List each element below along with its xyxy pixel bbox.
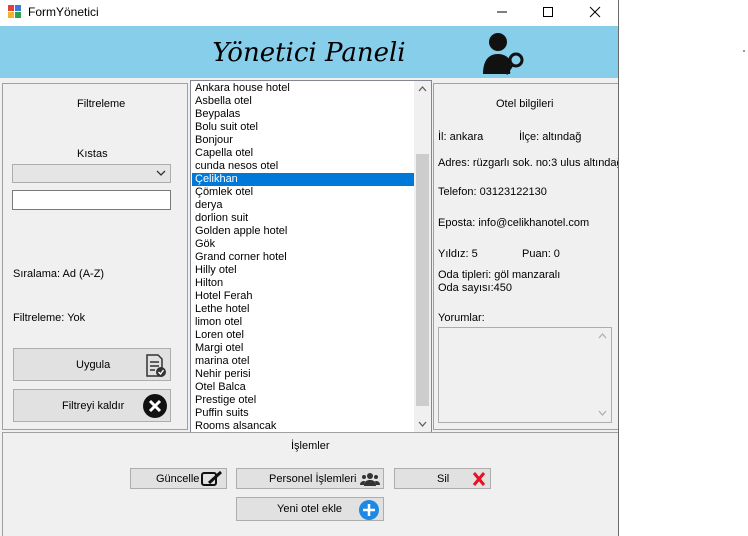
scroll-thumb[interactable] bbox=[416, 154, 429, 406]
filter-status-label: Filtreleme: Yok bbox=[13, 312, 86, 324]
delete-button[interactable]: Sil bbox=[394, 468, 491, 489]
hotel-list-item[interactable]: Lethe hotel bbox=[192, 303, 414, 316]
staff-operations-button[interactable]: Personel İşlemleri bbox=[236, 468, 384, 489]
hotel-list-item[interactable]: cunda nesos otel bbox=[192, 160, 414, 173]
scroll-down-icon[interactable] bbox=[414, 416, 431, 433]
filter-header: Filtreleme bbox=[77, 98, 126, 110]
stars-label: Yıldız: 5 bbox=[438, 248, 478, 260]
hotel-list-item[interactable]: Otel Balca bbox=[192, 381, 414, 394]
minimize-icon bbox=[497, 11, 507, 13]
hotel-list-item[interactable]: Bolu suit otel bbox=[192, 121, 414, 134]
comments-label: Yorumlar: bbox=[438, 312, 485, 324]
apply-button[interactable]: Uygula bbox=[13, 348, 171, 381]
comments-scroll-down-icon[interactable] bbox=[594, 405, 611, 422]
update-button-label: Güncelle bbox=[156, 472, 200, 485]
operations-header: İşlemler bbox=[291, 440, 330, 452]
clear-filter-button[interactable]: Filtreyi kaldır bbox=[13, 389, 171, 422]
hotel-list-item[interactable]: derya bbox=[192, 199, 414, 212]
hotel-list-item[interactable]: Asbella otel bbox=[192, 95, 414, 108]
title-bar: FormYönetici bbox=[0, 0, 618, 26]
hotel-list-item[interactable]: dorlion suit bbox=[192, 212, 414, 225]
app-icon bbox=[8, 5, 21, 18]
hotel-list-item[interactable]: Golden apple hotel bbox=[192, 225, 414, 238]
hotel-list-item[interactable]: Çelikhan bbox=[192, 173, 414, 186]
scroll-up-icon[interactable] bbox=[414, 81, 431, 98]
hotel-list-item[interactable]: Ankara house hotel bbox=[192, 82, 414, 95]
score-label: Puan: 0 bbox=[522, 248, 560, 260]
close-button[interactable] bbox=[572, 0, 618, 24]
add-hotel-label: Yeni otel ekle bbox=[277, 503, 343, 515]
form-window: FormYönetici Yönetici Paneli Filtreleme … bbox=[0, 0, 619, 536]
hotel-list-item[interactable]: Beypalas bbox=[192, 108, 414, 121]
desktop-dot bbox=[743, 50, 745, 52]
address-label: Adres: rüzgarlı sok. no:3 ulus altındağ/ bbox=[438, 157, 619, 169]
delete-x-icon bbox=[472, 472, 486, 486]
add-circle-icon bbox=[359, 500, 379, 520]
users-icon bbox=[360, 473, 380, 486]
clear-x-circle-icon bbox=[143, 394, 167, 418]
header-banner: Yönetici Paneli bbox=[0, 26, 618, 78]
district-label: İlçe: altındağ bbox=[519, 131, 582, 143]
criteria-combobox[interactable] bbox=[12, 164, 171, 183]
hotel-listbox[interactable]: Ankara house hotel Asbella otel Beypalas Bo… bbox=[190, 80, 432, 434]
hotel-list-item[interactable]: Hilly otel bbox=[192, 264, 414, 277]
minimize-button[interactable] bbox=[479, 0, 525, 24]
hotel-list-item[interactable]: Puffin suits bbox=[192, 407, 414, 420]
hotel-list-item[interactable]: Prestige otel bbox=[192, 394, 414, 407]
hotel-list-item[interactable]: Margi otel bbox=[192, 342, 414, 355]
hotel-list-item[interactable]: Grand corner hotel bbox=[192, 251, 414, 264]
criteria-label: Kıstas bbox=[77, 148, 108, 160]
hotel-list-item[interactable]: Bonjour bbox=[192, 134, 414, 147]
room-count-label: Oda sayısı:450 bbox=[438, 282, 512, 294]
add-hotel-button[interactable]: Yeni otel ekle bbox=[236, 497, 384, 521]
sort-label: Sıralama: Ad (A-Z) bbox=[13, 268, 105, 280]
phone-label: Telefon: 03123122130 bbox=[438, 186, 547, 198]
maximize-button[interactable] bbox=[525, 0, 571, 24]
delete-button-label: Sil bbox=[437, 472, 450, 485]
hotel-list-item[interactable]: Hilton bbox=[192, 277, 414, 290]
hotel-list-item[interactable]: Gök bbox=[192, 238, 414, 251]
hotel-list-scrollbar[interactable] bbox=[414, 81, 431, 433]
hotel-list-item[interactable]: marina otel bbox=[192, 355, 414, 368]
hotel-list-item[interactable]: Nehir perisi bbox=[192, 368, 414, 381]
filter-text-input[interactable] bbox=[12, 190, 171, 210]
close-icon bbox=[589, 6, 601, 18]
maximize-icon bbox=[543, 7, 553, 17]
hotel-list-item[interactable]: limon otel bbox=[192, 316, 414, 329]
city-label: İl: ankara bbox=[438, 131, 484, 143]
chevron-down-icon bbox=[156, 170, 166, 176]
hotel-list-item[interactable]: Çömlek otel bbox=[192, 186, 414, 199]
comments-textbox[interactable] bbox=[438, 327, 612, 423]
edit-icon bbox=[201, 471, 223, 486]
email-label: Eposta: info@celikhanotel.com bbox=[438, 217, 590, 229]
update-button[interactable]: Güncelle bbox=[130, 468, 227, 489]
staff-operations-label: Personel İşlemleri bbox=[269, 472, 357, 485]
window-title: FormYönetici bbox=[28, 5, 99, 19]
room-types-label: Oda tipleri: göl manzaralı bbox=[438, 269, 561, 281]
comments-scrollbar[interactable] bbox=[594, 328, 611, 422]
hotel-list-item[interactable]: Capella otel bbox=[192, 147, 414, 160]
info-header: Otel bilgileri bbox=[496, 98, 554, 110]
clear-filter-label: Filtreyi kaldır bbox=[62, 399, 125, 412]
admin-key-icon bbox=[483, 33, 524, 75]
document-check-icon bbox=[146, 354, 166, 377]
hotel-list-item[interactable]: Hotel Ferah bbox=[192, 290, 414, 303]
comments-scroll-up-icon[interactable] bbox=[594, 328, 611, 345]
hotel-list-item[interactable]: Loren otel bbox=[192, 329, 414, 342]
hotel-list-items: Ankara house hotel Asbella otel Beypalas Bo… bbox=[192, 82, 414, 433]
apply-button-label: Uygula bbox=[76, 358, 111, 371]
